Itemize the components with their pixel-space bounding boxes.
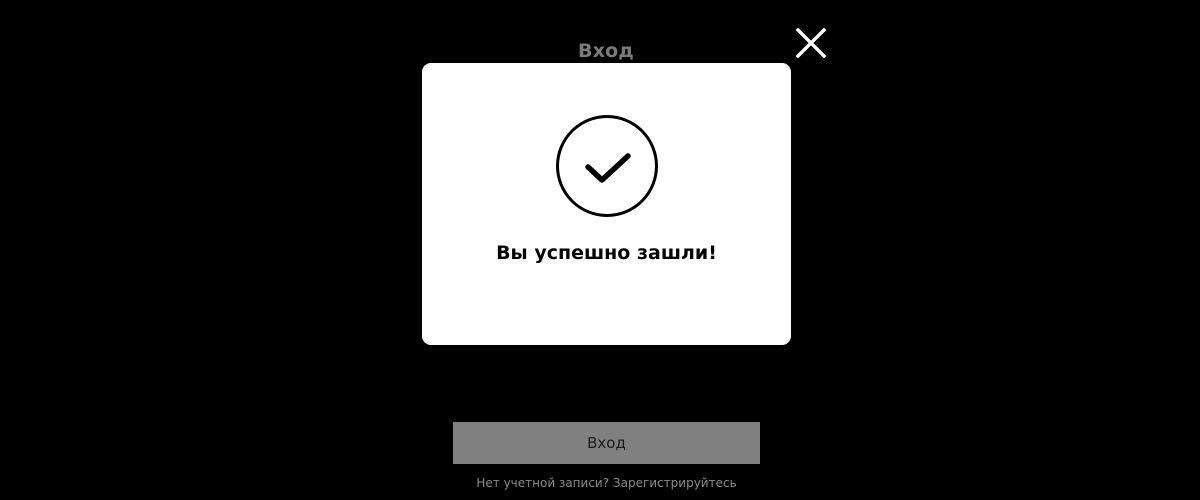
login-submit-button[interactable]: Вход <box>453 422 760 464</box>
checkmark-circle-icon <box>555 114 659 218</box>
login-title: Вход <box>578 40 634 62</box>
close-button[interactable] <box>794 26 828 60</box>
register-prompt: Нет учетной записи? Зарегистрируйтесь <box>453 476 760 490</box>
success-modal: Вы успешно зашли! <box>422 63 791 345</box>
register-link[interactable]: Зарегистрируйтесь <box>613 476 737 490</box>
success-message: Вы успешно зашли! <box>496 242 717 264</box>
register-prompt-text: Нет учетной записи? <box>476 476 610 490</box>
login-page: Вход Вход Нет учетной записи? Зарегистри… <box>0 0 1200 500</box>
close-icon <box>794 26 828 60</box>
